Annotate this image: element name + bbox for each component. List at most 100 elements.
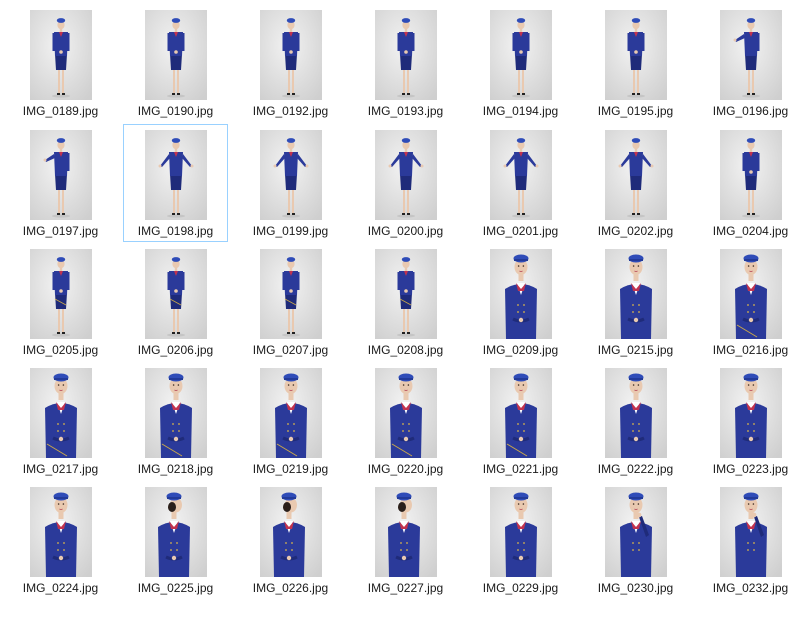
image-thumbnail[interactable] xyxy=(259,249,322,339)
file-tile[interactable]: IMG_0206.jpg xyxy=(123,243,228,361)
file-name-label[interactable]: IMG_0230.jpg xyxy=(576,581,695,595)
file-name-label[interactable]: IMG_0226.jpg xyxy=(231,581,350,595)
file-tile[interactable]: IMG_0226.jpg xyxy=(238,481,343,599)
image-thumbnail[interactable] xyxy=(719,368,782,458)
image-thumbnail[interactable] xyxy=(374,130,437,220)
image-thumbnail[interactable] xyxy=(144,249,207,339)
image-thumbnail[interactable] xyxy=(604,130,667,220)
file-tile[interactable]: IMG_0192.jpg xyxy=(238,4,343,122)
image-thumbnail[interactable] xyxy=(719,249,782,339)
image-thumbnail[interactable] xyxy=(374,368,437,458)
file-name-label[interactable]: IMG_0197.jpg xyxy=(1,224,120,238)
image-thumbnail[interactable] xyxy=(144,368,207,458)
file-name-label[interactable]: IMG_0227.jpg xyxy=(346,581,465,595)
file-tile[interactable]: IMG_0223.jpg xyxy=(698,362,789,480)
file-name-label[interactable]: IMG_0232.jpg xyxy=(691,581,789,595)
file-tile[interactable]: IMG_0230.jpg xyxy=(583,481,688,599)
image-thumbnail[interactable] xyxy=(719,130,782,220)
file-tile[interactable]: IMG_0207.jpg xyxy=(238,243,343,361)
file-name-label[interactable]: IMG_0202.jpg xyxy=(576,224,695,238)
file-tile[interactable]: IMG_0219.jpg xyxy=(238,362,343,480)
image-thumbnail[interactable] xyxy=(144,10,207,100)
file-tile[interactable]: IMG_0193.jpg xyxy=(353,4,458,122)
image-thumbnail[interactable] xyxy=(259,130,322,220)
image-thumbnail[interactable] xyxy=(374,249,437,339)
file-tile[interactable]: IMG_0209.jpg xyxy=(468,243,573,361)
image-thumbnail[interactable] xyxy=(489,368,552,458)
file-name-label[interactable]: IMG_0209.jpg xyxy=(461,343,580,357)
file-tile[interactable]: IMG_0232.jpg xyxy=(698,481,789,599)
image-thumbnail[interactable] xyxy=(144,130,207,220)
file-tile[interactable]: IMG_0198.jpg xyxy=(123,124,228,242)
file-name-label[interactable]: IMG_0207.jpg xyxy=(231,343,350,357)
image-thumbnail[interactable] xyxy=(489,249,552,339)
image-thumbnail[interactable] xyxy=(259,487,322,577)
file-tile[interactable]: IMG_0195.jpg xyxy=(583,4,688,122)
file-name-label[interactable]: IMG_0204.jpg xyxy=(691,224,789,238)
file-tile[interactable]: IMG_0225.jpg xyxy=(123,481,228,599)
file-tile[interactable]: IMG_0217.jpg xyxy=(8,362,113,480)
image-thumbnail[interactable] xyxy=(29,10,92,100)
file-name-label[interactable]: IMG_0206.jpg xyxy=(116,343,235,357)
file-name-label[interactable]: IMG_0190.jpg xyxy=(116,104,235,118)
file-tile[interactable]: IMG_0189.jpg xyxy=(8,4,113,122)
file-tile[interactable]: IMG_0215.jpg xyxy=(583,243,688,361)
file-name-label[interactable]: IMG_0221.jpg xyxy=(461,462,580,476)
image-thumbnail[interactable] xyxy=(604,10,667,100)
file-tile[interactable]: IMG_0222.jpg xyxy=(583,362,688,480)
file-name-label[interactable]: IMG_0219.jpg xyxy=(231,462,350,476)
file-tile[interactable]: IMG_0194.jpg xyxy=(468,4,573,122)
image-thumbnail[interactable] xyxy=(489,10,552,100)
file-tile[interactable]: IMG_0201.jpg xyxy=(468,124,573,242)
file-name-label[interactable]: IMG_0195.jpg xyxy=(576,104,695,118)
file-name-label[interactable]: IMG_0196.jpg xyxy=(691,104,789,118)
file-tile[interactable]: IMG_0227.jpg xyxy=(353,481,458,599)
file-name-label[interactable]: IMG_0201.jpg xyxy=(461,224,580,238)
file-name-label[interactable]: IMG_0229.jpg xyxy=(461,581,580,595)
image-thumbnail[interactable] xyxy=(259,10,322,100)
file-tile[interactable]: IMG_0202.jpg xyxy=(583,124,688,242)
file-name-label[interactable]: IMG_0193.jpg xyxy=(346,104,465,118)
file-tile[interactable]: IMG_0208.jpg xyxy=(353,243,458,361)
file-tile[interactable]: IMG_0205.jpg xyxy=(8,243,113,361)
file-name-label[interactable]: IMG_0216.jpg xyxy=(691,343,789,357)
image-thumbnail[interactable] xyxy=(374,10,437,100)
file-tile[interactable]: IMG_0229.jpg xyxy=(468,481,573,599)
file-name-label[interactable]: IMG_0215.jpg xyxy=(576,343,695,357)
file-name-label[interactable]: IMG_0198.jpg xyxy=(116,224,235,238)
file-name-label[interactable]: IMG_0192.jpg xyxy=(231,104,350,118)
file-tile[interactable]: IMG_0204.jpg xyxy=(698,124,789,242)
image-thumbnail[interactable] xyxy=(719,487,782,577)
image-thumbnail[interactable] xyxy=(144,487,207,577)
image-thumbnail[interactable] xyxy=(374,487,437,577)
file-name-label[interactable]: IMG_0194.jpg xyxy=(461,104,580,118)
image-thumbnail[interactable] xyxy=(29,130,92,220)
file-tile[interactable]: IMG_0200.jpg xyxy=(353,124,458,242)
image-thumbnail[interactable] xyxy=(719,10,782,100)
image-thumbnail[interactable] xyxy=(604,368,667,458)
file-tile[interactable]: IMG_0220.jpg xyxy=(353,362,458,480)
file-name-label[interactable]: IMG_0217.jpg xyxy=(1,462,120,476)
file-name-label[interactable]: IMG_0218.jpg xyxy=(116,462,235,476)
file-tile[interactable]: IMG_0216.jpg xyxy=(698,243,789,361)
file-name-label[interactable]: IMG_0208.jpg xyxy=(346,343,465,357)
file-tile[interactable]: IMG_0199.jpg xyxy=(238,124,343,242)
file-name-label[interactable]: IMG_0223.jpg xyxy=(691,462,789,476)
file-name-label[interactable]: IMG_0222.jpg xyxy=(576,462,695,476)
file-tile[interactable]: IMG_0190.jpg xyxy=(123,4,228,122)
file-tile[interactable]: IMG_0196.jpg xyxy=(698,4,789,122)
file-name-label[interactable]: IMG_0200.jpg xyxy=(346,224,465,238)
image-thumbnail[interactable] xyxy=(489,130,552,220)
file-tile[interactable]: IMG_0224.jpg xyxy=(8,481,113,599)
file-tile[interactable]: IMG_0221.jpg xyxy=(468,362,573,480)
file-name-label[interactable]: IMG_0220.jpg xyxy=(346,462,465,476)
file-name-label[interactable]: IMG_0225.jpg xyxy=(116,581,235,595)
image-thumbnail[interactable] xyxy=(259,368,322,458)
image-thumbnail[interactable] xyxy=(489,487,552,577)
file-name-label[interactable]: IMG_0205.jpg xyxy=(1,343,120,357)
file-name-label[interactable]: IMG_0199.jpg xyxy=(231,224,350,238)
image-thumbnail[interactable] xyxy=(29,487,92,577)
image-thumbnail[interactable] xyxy=(604,487,667,577)
file-tile[interactable]: IMG_0218.jpg xyxy=(123,362,228,480)
image-thumbnail[interactable] xyxy=(604,249,667,339)
